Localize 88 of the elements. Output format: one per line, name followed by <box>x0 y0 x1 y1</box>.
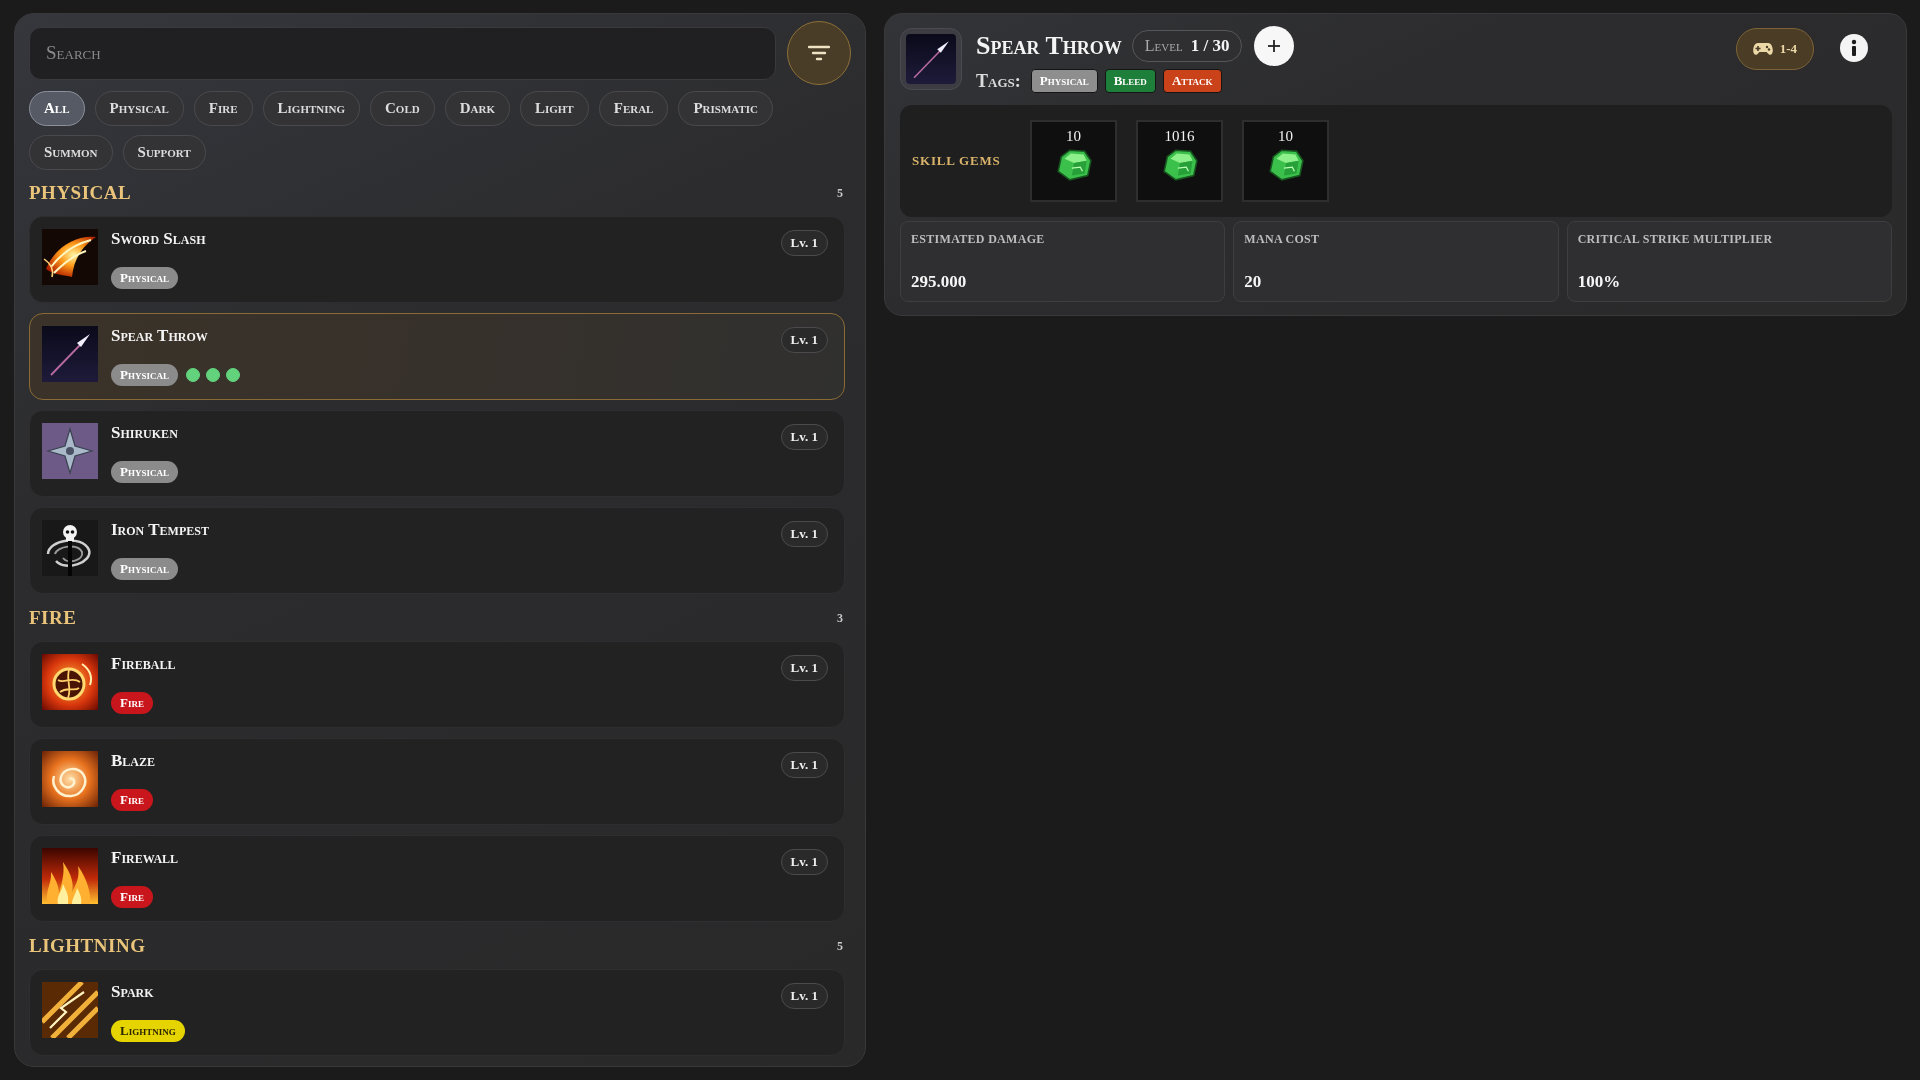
gem-icon <box>1054 148 1093 182</box>
flames-icon <box>42 848 98 904</box>
skill-tag: Physical <box>111 267 178 289</box>
section-title: PHYSICAL <box>29 182 132 204</box>
section-title: FIRE <box>29 607 77 629</box>
skill-tag: Physical <box>111 364 178 386</box>
tags-label: Tags: <box>976 70 1021 92</box>
skill-card[interactable]: Spear Throw Physical Lv. 1 <box>29 313 845 400</box>
level-badge: Lv. 1 <box>780 849 828 875</box>
filter-chip[interactable]: Physical <box>94 91 184 126</box>
fire-swirl-icon <box>42 751 98 807</box>
gem-count: 10 <box>1278 127 1293 146</box>
gem-slot[interactable]: 10 <box>1242 120 1329 202</box>
level-label: Level <box>1144 37 1183 55</box>
stat-value: 100% <box>1577 272 1621 292</box>
lightning-streak-icon <box>42 982 98 1038</box>
level-badge: Lv. 1 <box>780 752 828 778</box>
skill-name: Fireball <box>111 654 176 674</box>
skill-card[interactable]: Firewall Fire Lv. 1 <box>29 835 845 922</box>
section-count: 3 <box>837 610 844 626</box>
level-badge: Lv. 1 <box>780 230 828 256</box>
skill-tag: Fire <box>111 692 153 714</box>
section-count: 5 <box>837 938 844 954</box>
filter-chip[interactable]: Prismatic <box>678 91 774 126</box>
filter-chip[interactable]: Fire <box>193 91 253 126</box>
add-button[interactable] <box>1254 26 1295 66</box>
skill-name: Sword Slash <box>111 229 206 249</box>
filter-chip[interactable]: Feral <box>598 91 669 126</box>
gem-slot[interactable]: 10 <box>1030 120 1117 202</box>
filter-chip[interactable]: Dark <box>444 91 510 126</box>
skill-tag: Physical <box>1030 69 1098 93</box>
filter-icon <box>808 45 830 61</box>
level-badge: Lv. 1 <box>780 655 828 681</box>
skill-name: Spear Throw <box>111 326 208 346</box>
level-badge: Lv. 1 <box>780 983 828 1009</box>
filter-chip[interactable]: Lightning <box>262 91 360 126</box>
skill-tag: Fire <box>111 886 153 908</box>
filter-chip[interactable]: Light <box>519 91 589 126</box>
skill-tag: Lightning <box>111 1020 185 1042</box>
gem-slot[interactable]: 1016 <box>1136 120 1223 202</box>
stat-label: CRITICAL STRIKE MULTIPLIER <box>1577 232 1773 247</box>
search-field[interactable]: Search <box>29 26 776 80</box>
skill-card[interactable]: Spark Lightning Lv. 1 <box>29 969 845 1056</box>
skill-title: Spear Throw <box>976 31 1122 61</box>
filter-chip[interactable]: Summon <box>29 135 113 170</box>
skill-tag: Bleed <box>1104 69 1156 93</box>
skill-card[interactable]: Fireball Fire Lv. 1 <box>29 641 845 728</box>
spear-icon <box>900 28 962 90</box>
skill-name: Spark <box>111 982 154 1002</box>
filter-chip[interactable]: Support <box>122 135 206 170</box>
stat-label: MANA COST <box>1244 232 1320 247</box>
skill-card[interactable]: Shiruken Physical Lv. 1 <box>29 410 845 497</box>
player-count: 1-4 <box>1779 41 1797 57</box>
info-icon[interactable] <box>1840 34 1868 62</box>
skill-name: Iron Tempest <box>111 520 209 540</box>
skill-name: Firewall <box>111 848 179 868</box>
skill-tag: Physical <box>111 461 178 483</box>
level-badge: Lv. 1 <box>780 424 828 450</box>
stat-value: 295.000 <box>911 272 967 292</box>
section-title: LIGHTNING <box>29 935 146 957</box>
gem-icon <box>1160 148 1199 182</box>
shuriken-icon <box>42 423 98 479</box>
level-badge: Lv. 1 <box>780 327 828 353</box>
level-badge: Lv. 1 <box>780 521 828 547</box>
section-count: 5 <box>837 185 844 201</box>
level-value: 1 / 30 <box>1190 36 1230 56</box>
spear-icon <box>42 326 98 382</box>
skill-tag: Physical <box>111 558 178 580</box>
gem-count: 1016 <box>1164 127 1195 146</box>
skill-gems-label: SKILL GEMS <box>912 153 1002 169</box>
fireball-icon <box>42 654 98 710</box>
skill-card[interactable]: Iron Tempest Physical Lv. 1 <box>29 507 845 594</box>
flame-slash-icon <box>42 229 98 285</box>
gamepad-icon <box>1752 42 1773 56</box>
stat-label: ESTIMATED DAMAGE <box>911 232 1045 247</box>
stat-value: 20 <box>1244 272 1262 292</box>
gem-count: 10 <box>1066 127 1081 146</box>
filter-chip[interactable]: All <box>29 91 85 126</box>
skill-name: Blaze <box>111 751 156 771</box>
skill-tag: Fire <box>111 789 153 811</box>
plus-icon <box>1267 39 1282 53</box>
filter-chip[interactable]: Cold <box>370 91 435 126</box>
skill-card[interactable]: Sword Slash Physical Lv. 1 <box>29 216 845 303</box>
gem-icon <box>1266 148 1305 182</box>
skull-vortex-icon <box>42 520 98 576</box>
skill-card[interactable]: Blaze Fire Lv. 1 <box>29 738 845 825</box>
skill-tag: Attack <box>1162 69 1222 93</box>
skill-name: Shiruken <box>111 423 178 443</box>
